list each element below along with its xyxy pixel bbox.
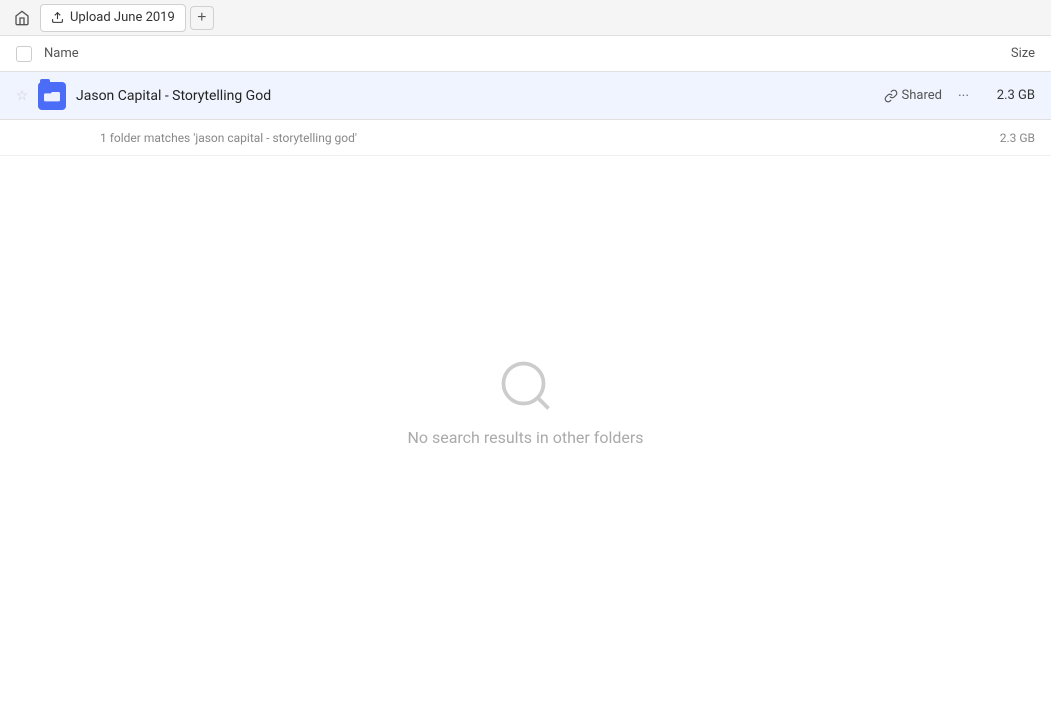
new-tab-button[interactable]: + xyxy=(190,6,214,30)
file-size: 2.3 GB xyxy=(973,88,1043,103)
more-options-button[interactable]: ··· xyxy=(954,84,973,108)
name-column-header: Name xyxy=(40,46,963,61)
breadcrumb-tab[interactable]: Upload June 2019 xyxy=(40,4,186,32)
home-icon xyxy=(14,10,30,26)
upload-icon xyxy=(51,11,64,24)
row-checkbox-col[interactable] xyxy=(36,82,68,110)
shared-badge: Shared xyxy=(884,88,942,103)
link-icon xyxy=(884,89,898,103)
select-all-checkbox[interactable] xyxy=(16,46,32,62)
size-column-header: Size xyxy=(963,46,1043,61)
empty-message: No search results in other folders xyxy=(407,428,643,447)
file-actions: Shared ··· xyxy=(884,84,973,108)
shared-label: Shared xyxy=(902,88,942,103)
more-icon: ··· xyxy=(958,88,969,104)
star-icon: ☆ xyxy=(16,88,29,104)
home-button[interactable] xyxy=(8,4,36,32)
file-name: Jason Capital - Storytelling God xyxy=(68,88,884,104)
empty-search-icon xyxy=(496,356,556,416)
tab-label: Upload June 2019 xyxy=(70,10,175,25)
match-info-row: 1 folder matches 'jason capital - storyt… xyxy=(0,120,1051,156)
folder-svg xyxy=(44,89,60,103)
top-bar: Upload June 2019 + xyxy=(0,0,1051,36)
table-header: Name Size xyxy=(0,36,1051,72)
match-text: 1 folder matches 'jason capital - storyt… xyxy=(100,131,973,145)
select-all-checkbox-col[interactable] xyxy=(8,46,40,62)
file-row[interactable]: ☆ Jason Capital - Storytelling God Share… xyxy=(0,72,1051,120)
empty-state: No search results in other folders xyxy=(0,356,1051,447)
folder-icon xyxy=(38,82,66,110)
star-button[interactable]: ☆ xyxy=(8,88,36,104)
match-size: 2.3 GB xyxy=(973,131,1043,145)
